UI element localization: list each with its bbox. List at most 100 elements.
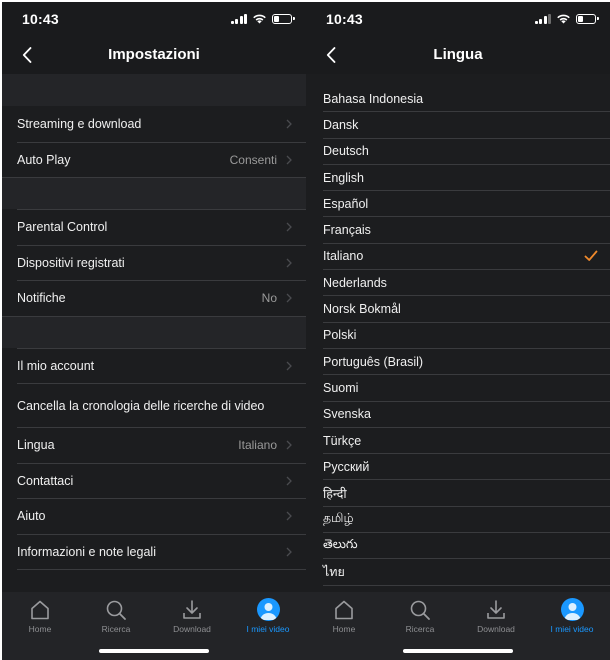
download-icon	[487, 600, 505, 619]
page-title: Lingua	[433, 46, 483, 63]
battery-icon	[576, 13, 599, 24]
row-value: No	[261, 291, 277, 306]
status-bar: 10:43	[306, 2, 610, 36]
settings-row-autoplay[interactable]: Auto Play Consenti	[17, 141, 306, 178]
settings-row-parental-control[interactable]: Parental Control	[17, 209, 306, 245]
row-label: Aiuto	[17, 509, 46, 524]
settings-section-1: Streaming e download Auto Play Consenti	[2, 106, 306, 177]
language-label: Svenska	[323, 407, 371, 422]
chevron-right-icon	[286, 547, 292, 557]
chevron-right-icon	[286, 222, 292, 232]
tab-home[interactable]: Home	[2, 598, 78, 634]
language-row[interactable]: Polski	[323, 323, 610, 349]
language-row[interactable]: Suomi	[323, 375, 610, 402]
language-row[interactable]: ไทย	[323, 559, 610, 586]
chevron-right-icon	[286, 155, 292, 165]
language-label: Türkçe	[323, 433, 362, 448]
language-row[interactable]: हिन्दी	[323, 480, 610, 507]
search-icon	[106, 600, 126, 620]
settings-row-streaming[interactable]: Streaming e download	[17, 106, 306, 142]
nav-bar: Impostazioni	[2, 36, 306, 74]
language-row[interactable]: Nederlands	[323, 270, 610, 297]
tab-my-videos[interactable]: I miei video	[534, 598, 610, 634]
tab-label: Ricerca	[405, 624, 435, 634]
settings-section-2: Parental Control Dispositivi registrati …	[2, 209, 306, 316]
home-indicator	[99, 649, 209, 653]
language-label: ไทย	[323, 564, 345, 579]
settings-row-contact[interactable]: Contattaci	[17, 462, 306, 499]
language-row[interactable]: తెలుగు	[323, 533, 610, 560]
language-list: Bahasa Indonesia Dansk Deutsch English Españ…	[306, 86, 610, 586]
signal-icon	[534, 13, 551, 24]
chevron-right-icon	[286, 119, 292, 129]
tab-my-videos[interactable]: I miei video	[230, 598, 306, 634]
language-label: Español	[323, 196, 369, 211]
language-row[interactable]: English	[323, 165, 610, 192]
language-label: Italiano	[323, 249, 364, 264]
settings-row-language[interactable]: Lingua Italiano	[17, 427, 306, 463]
row-label: Streaming e download	[17, 116, 142, 131]
status-bar: 10:43	[2, 2, 306, 36]
language-label: Suomi	[323, 380, 359, 395]
screenshot-composite: 10:43 Impostazioni Streaming e download …	[0, 0, 610, 660]
row-value: Consenti	[229, 152, 277, 167]
avatar-icon	[256, 598, 280, 621]
tab-home[interactable]: Home	[306, 598, 382, 634]
row-label: Il mio account	[17, 358, 95, 373]
row-label: Dispositivi registrati	[17, 255, 125, 270]
row-label: Auto Play	[17, 152, 71, 167]
status-time: 10:43	[326, 11, 363, 27]
row-label: Notifiche	[17, 291, 66, 306]
settings-row-help[interactable]: Aiuto	[17, 498, 306, 534]
settings-list: Streaming e download Auto Play Consenti …	[2, 74, 306, 570]
section-spacer	[2, 177, 306, 209]
checkmark-icon	[584, 251, 598, 262]
row-label: Informazioni e note legali	[17, 544, 156, 559]
settings-row-devices[interactable]: Dispositivi registrati	[17, 244, 306, 281]
nav-bar: Lingua	[306, 36, 610, 74]
chevron-right-icon	[286, 511, 292, 521]
settings-row-account[interactable]: Il mio account	[17, 347, 306, 384]
tab-label: Download	[173, 624, 211, 634]
chevron-right-icon	[286, 476, 292, 486]
settings-row-clear-search-history[interactable]: Cancella la cronologia delle ricerche di…	[17, 383, 306, 427]
status-icons	[534, 13, 599, 24]
battery-icon	[272, 13, 295, 24]
language-row[interactable]: Bahasa Indonesia	[323, 86, 610, 113]
language-label: Português (Brasil)	[323, 354, 424, 369]
tab-download[interactable]: Download	[154, 598, 230, 634]
home-icon	[31, 600, 49, 620]
tab-label: I miei video	[550, 624, 594, 634]
home-indicator	[403, 649, 513, 653]
language-row[interactable]: தமிழ்	[323, 507, 610, 534]
download-icon	[183, 600, 201, 619]
divider	[17, 569, 306, 570]
language-label: తెలుగు	[323, 536, 358, 551]
status-icons	[230, 13, 295, 24]
language-row[interactable]: Svenska	[323, 402, 610, 428]
settings-row-notifications[interactable]: Notifiche No	[17, 280, 306, 316]
language-row[interactable]: Italiano	[323, 244, 610, 271]
language-row[interactable]: Deutsch	[323, 139, 610, 165]
avatar-icon	[560, 598, 584, 621]
language-row[interactable]: Norsk Bokmål	[323, 296, 610, 323]
tab-download[interactable]: Download	[458, 598, 534, 634]
row-label: Cancella la cronologia delle ricerche di…	[17, 398, 265, 413]
row-label: Parental Control	[17, 220, 108, 235]
language-row[interactable]: Dansk	[323, 112, 610, 139]
language-label: Norsk Bokmål	[323, 302, 401, 317]
settings-row-legal[interactable]: Informazioni e note legali	[17, 533, 306, 570]
language-row[interactable]: Türkçe	[323, 428, 610, 455]
language-label: Nederlands	[323, 275, 387, 290]
language-row[interactable]: Español	[323, 191, 610, 218]
chevron-right-icon	[286, 361, 292, 371]
language-row[interactable]: Русский	[323, 454, 610, 481]
language-row[interactable]: Français	[323, 217, 610, 244]
tab-search[interactable]: Ricerca	[78, 598, 154, 634]
language-label: தமிழ்	[323, 511, 354, 526]
tab-label: Home	[332, 624, 356, 634]
language-row[interactable]: Português (Brasil)	[323, 349, 610, 376]
language-screen: 10:43 Lingua Bahasa Indonesia Dansk Deutsc…	[306, 2, 610, 660]
settings-screen: 10:43 Impostazioni Streaming e download …	[2, 2, 306, 660]
tab-search[interactable]: Ricerca	[382, 598, 458, 634]
